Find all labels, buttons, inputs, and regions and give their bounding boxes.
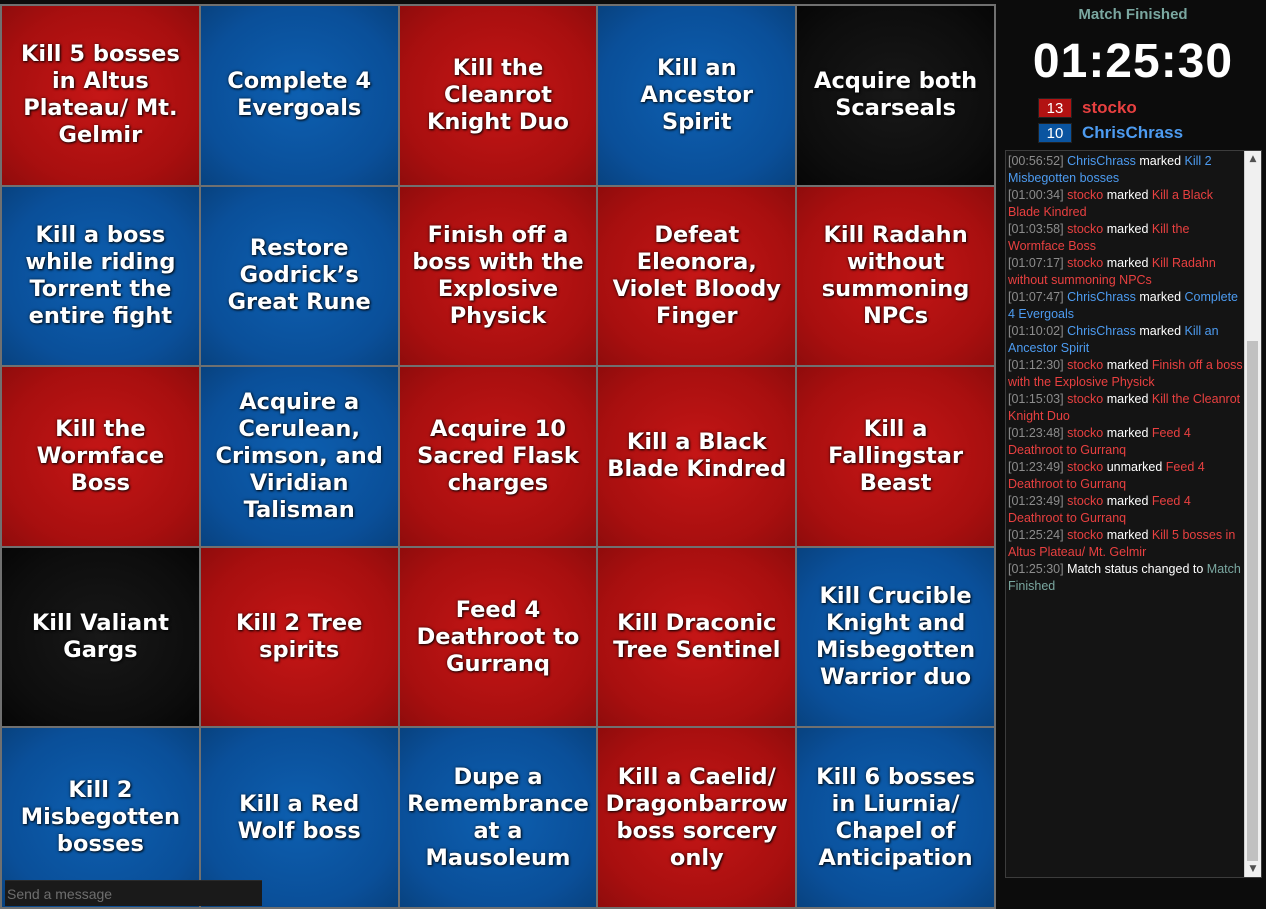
message-player: ChrisChrass (1067, 290, 1136, 304)
player-name: stocko (1082, 98, 1137, 117)
message-timestamp: [01:23:49] (1008, 494, 1064, 508)
player-row-chrischrass: 10 ChrisChrass (1038, 123, 1183, 143)
chat-message: [01:03:58] stocko marked Kill the Wormfa… (1008, 221, 1244, 255)
message-timestamp: [01:23:48] (1008, 426, 1064, 440)
bingo-cell[interactable]: Acquire both Scarseals (797, 6, 994, 185)
message-timestamp: [01:00:34] (1008, 188, 1064, 202)
match-status: Match Finished (1078, 6, 1188, 23)
chat-message: [00:56:52] ChrisChrass marked Kill 2 Mis… (1008, 153, 1244, 187)
bingo-cell[interactable]: Kill Radahn without summoning NPCs (797, 186, 994, 366)
chat-message: [01:15:03] stocko marked Kill the Cleanr… (1008, 391, 1244, 425)
chat-message: [01:07:47] ChrisChrass marked Complete 4… (1008, 289, 1244, 323)
chat-message: [01:07:17] stocko marked Kill Radahn wit… (1008, 255, 1244, 289)
bingo-cell[interactable]: Kill a Black Blade Kindred (598, 367, 796, 546)
chat-message-input[interactable] (5, 880, 262, 906)
message-timestamp: [01:07:17] (1008, 256, 1064, 270)
chat-message: [01:23:49] stocko marked Feed 4 Deathroo… (1008, 493, 1244, 527)
message-action: marked (1106, 188, 1149, 202)
message-player: stocko (1067, 528, 1104, 542)
bingo-cell[interactable]: Kill a Fallingstar Beast (797, 367, 994, 546)
message-player: ChrisChrass (1067, 154, 1136, 168)
bingo-cell[interactable]: Kill an Ancestor Spirit (598, 6, 796, 185)
chat-scrollbar[interactable]: ▲ ▼ (1244, 151, 1261, 877)
message-player: stocko (1067, 494, 1104, 508)
message-player: stocko (1067, 392, 1104, 406)
sidebar: Match Finished 01:25:30 13 stocko 10 Chr… (1000, 0, 1266, 909)
chat-message: [01:23:49] stocko unmarked Feed 4 Deathr… (1008, 459, 1244, 493)
message-player: stocko (1067, 460, 1104, 474)
match-timer: 01:25:30 (1032, 35, 1234, 88)
message-player: stocko (1067, 426, 1104, 440)
bingo-cell[interactable]: Complete 4 Evergoals (200, 6, 398, 185)
bingo-cell[interactable]: Kill 5 bosses in Altus Plateau/ Mt. Gelm… (2, 6, 199, 185)
message-timestamp: [00:56:52] (1008, 154, 1064, 168)
bingo-cell[interactable]: Kill Draconic Tree Sentinel (598, 547, 796, 727)
bingo-cell[interactable]: Finish off a boss with the Explosive Phy… (399, 186, 597, 366)
bingo-cell[interactable]: Restore Godrick’s Great Rune (200, 186, 398, 366)
scrollbar-thumb[interactable] (1247, 341, 1258, 861)
message-timestamp: [01:03:58] (1008, 222, 1064, 236)
message-player: stocko (1067, 188, 1104, 202)
message-action: marked (1139, 290, 1182, 304)
message-timestamp: [01:15:03] (1008, 392, 1064, 406)
message-player: ChrisChrass (1067, 324, 1136, 338)
player-row-stocko: 13 stocko (1038, 98, 1137, 118)
chat-log: [00:56:52] ChrisChrass marked Kill 2 Mis… (1006, 151, 1245, 877)
bingo-cell[interactable]: Kill 6 bosses in Liurnia/ Chapel of Anti… (797, 728, 994, 907)
bingo-cell[interactable]: Kill Crucible Knight and Misbegotten War… (797, 547, 994, 727)
bingo-cell[interactable]: Defeat Eleonora, Violet Bloody Finger (598, 186, 796, 366)
chat-message: [01:25:24] stocko marked Kill 5 bosses i… (1008, 527, 1244, 561)
message-action: marked (1106, 222, 1149, 236)
message-timestamp: [01:10:02] (1008, 324, 1064, 338)
chat-message: [01:23:48] stocko marked Feed 4 Deathroo… (1008, 425, 1244, 459)
message-timestamp: [01:25:24] (1008, 528, 1064, 542)
bingo-cell[interactable]: Kill Valiant Gargs (2, 547, 199, 727)
message-action: marked (1106, 528, 1149, 542)
message-player: stocko (1067, 358, 1104, 372)
score-badge: 13 (1038, 98, 1072, 118)
message-timestamp: [01:25:30] (1008, 562, 1064, 576)
bingo-cell[interactable]: Kill a Caelid/ Dragonbarrow boss sorcery… (598, 728, 796, 907)
message-action: unmarked (1106, 460, 1163, 474)
chat-message: [01:10:02] ChrisChrass marked Kill an An… (1008, 323, 1244, 357)
message-action: marked (1106, 426, 1149, 440)
message-text: Match status changed to (1067, 562, 1204, 576)
message-action: marked (1139, 154, 1182, 168)
bingo-cell[interactable]: Kill a boss while riding Torrent the ent… (2, 186, 199, 366)
bingo-cell[interactable]: Kill the Cleanrot Knight Duo (399, 6, 597, 185)
message-player: stocko (1067, 222, 1104, 236)
message-action: marked (1106, 358, 1149, 372)
bingo-cell[interactable]: Acquire 10 Sacred Flask charges (399, 367, 597, 546)
bingo-cell[interactable]: Dupe a Remembrance at a Mausoleum (399, 728, 597, 907)
bingo-cell[interactable]: Kill 2 Tree spirits (200, 547, 398, 727)
player-name: ChrisChrass (1082, 123, 1184, 142)
message-action: marked (1106, 494, 1149, 508)
message-timestamp: [01:23:49] (1008, 460, 1064, 474)
chat-panel: [00:56:52] ChrisChrass marked Kill 2 Mis… (1005, 150, 1262, 878)
bingo-board: Kill 5 bosses in Altus Plateau/ Mt. Gelm… (0, 4, 996, 909)
bingo-cell[interactable]: Acquire a Cerulean, Crimson, and Viridia… (200, 367, 398, 546)
chat-system-message: [01:25:30] Match status changed to Match… (1008, 561, 1244, 595)
scroll-up-icon[interactable]: ▲ (1245, 151, 1261, 167)
chat-message: [01:00:34] stocko marked Kill a Black Bl… (1008, 187, 1244, 221)
message-action: marked (1139, 324, 1182, 338)
score-badge: 10 (1038, 123, 1072, 143)
scroll-down-icon[interactable]: ▼ (1245, 861, 1261, 877)
chat-message: [01:12:30] stocko marked Finish off a bo… (1008, 357, 1244, 391)
message-action: marked (1106, 392, 1149, 406)
message-timestamp: [01:07:47] (1008, 290, 1064, 304)
bingo-cell[interactable]: Kill the Wormface Boss (2, 367, 199, 546)
message-action: marked (1106, 256, 1149, 270)
bingo-cell[interactable]: Feed 4 Deathroot to Gurranq (399, 547, 597, 727)
message-player: stocko (1067, 256, 1104, 270)
message-timestamp: [01:12:30] (1008, 358, 1064, 372)
